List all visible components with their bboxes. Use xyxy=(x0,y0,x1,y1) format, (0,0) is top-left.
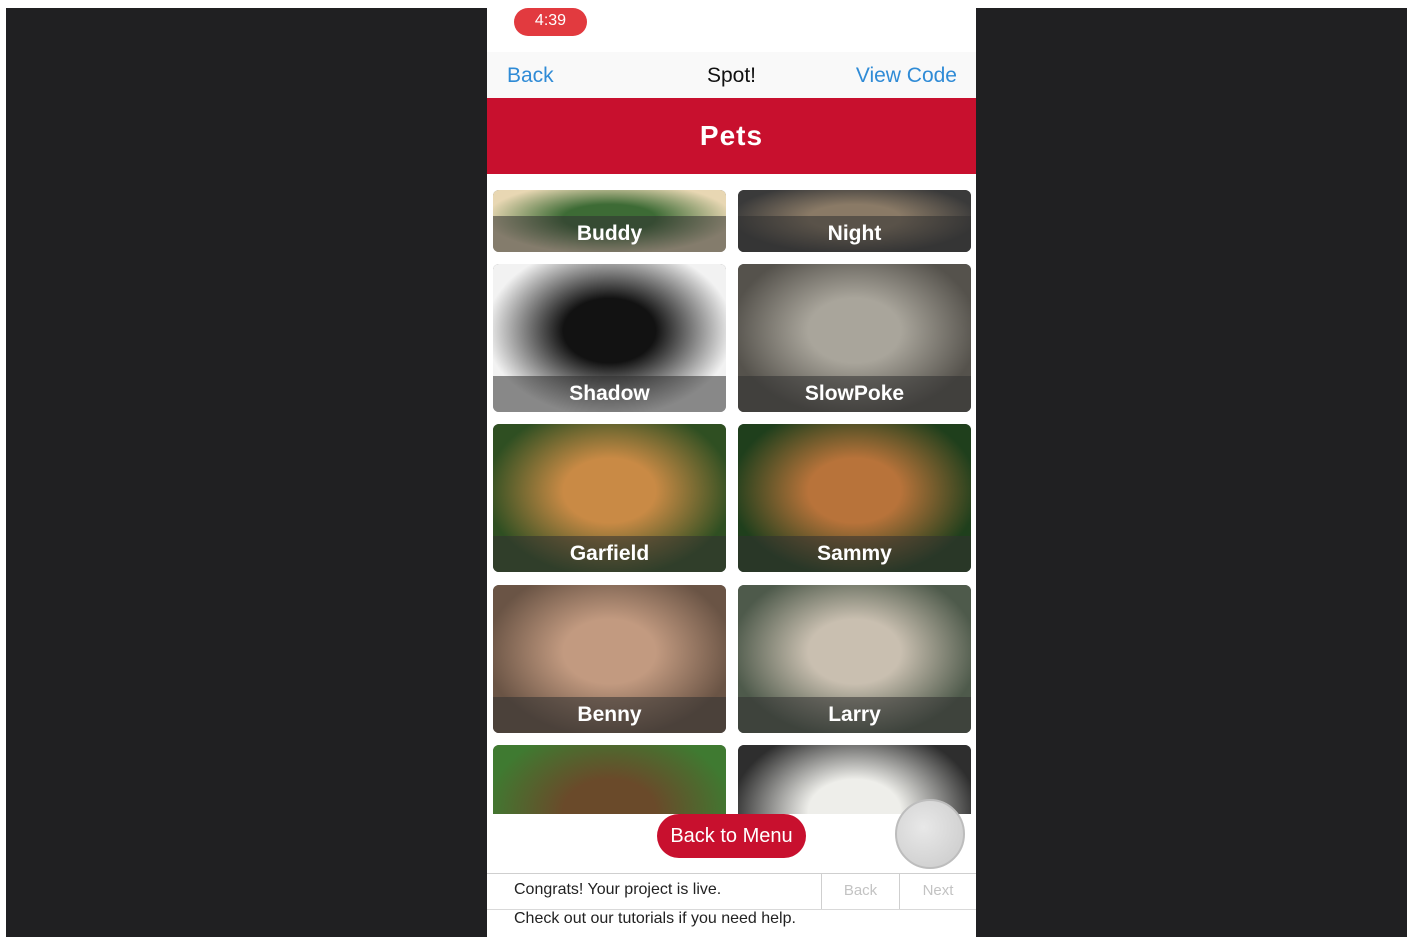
footer-message: Congrats! Your project is live. xyxy=(514,881,722,898)
pet-card-shadow[interactable]: Shadow xyxy=(493,264,726,412)
pet-card-garfield[interactable]: Garfield xyxy=(493,424,726,572)
pet-card-slowpoke[interactable]: SlowPoke xyxy=(738,264,971,412)
pet-card-sammy[interactable]: Sammy xyxy=(738,424,971,572)
pet-name: Buddy xyxy=(493,216,726,252)
phone-screen: 4:39 Back Spot! View Code Pets Buddy Nig… xyxy=(487,8,976,937)
pet-card-night[interactable]: Night xyxy=(738,190,971,252)
back-to-menu-button[interactable]: Back to Menu xyxy=(657,814,806,858)
pet-name: Larry xyxy=(738,697,971,733)
pet-name: Shadow xyxy=(493,376,726,412)
navigation-bar: Back Spot! View Code xyxy=(487,52,976,98)
pet-name: Benny xyxy=(493,697,726,733)
pet-name: SlowPoke xyxy=(738,376,971,412)
pet-grid: Buddy Night Shadow SlowPoke Garfield Sam… xyxy=(487,174,976,814)
pet-name: Sammy xyxy=(738,536,971,572)
pet-card-larry[interactable]: Larry xyxy=(738,585,971,733)
pet-card-partial[interactable] xyxy=(493,745,726,814)
page-title: Pets xyxy=(487,98,976,174)
pet-name: Night xyxy=(738,216,971,252)
view-code-button[interactable]: View Code xyxy=(856,64,957,88)
pet-photo xyxy=(493,745,726,814)
pet-card-buddy[interactable]: Buddy xyxy=(493,190,726,252)
pet-name: Garfield xyxy=(493,536,726,572)
footer-back-button[interactable]: Back xyxy=(821,874,899,909)
status-time: 4:39 xyxy=(514,8,587,36)
footer-next-button[interactable]: Next xyxy=(899,874,976,909)
footer-help-text: Check out our tutorials if you need help… xyxy=(514,910,796,927)
assistive-touch-button[interactable] xyxy=(895,799,965,869)
pet-card-benny[interactable]: Benny xyxy=(493,585,726,733)
tutorial-footer: Congrats! Your project is live. Back Nex… xyxy=(487,873,976,937)
